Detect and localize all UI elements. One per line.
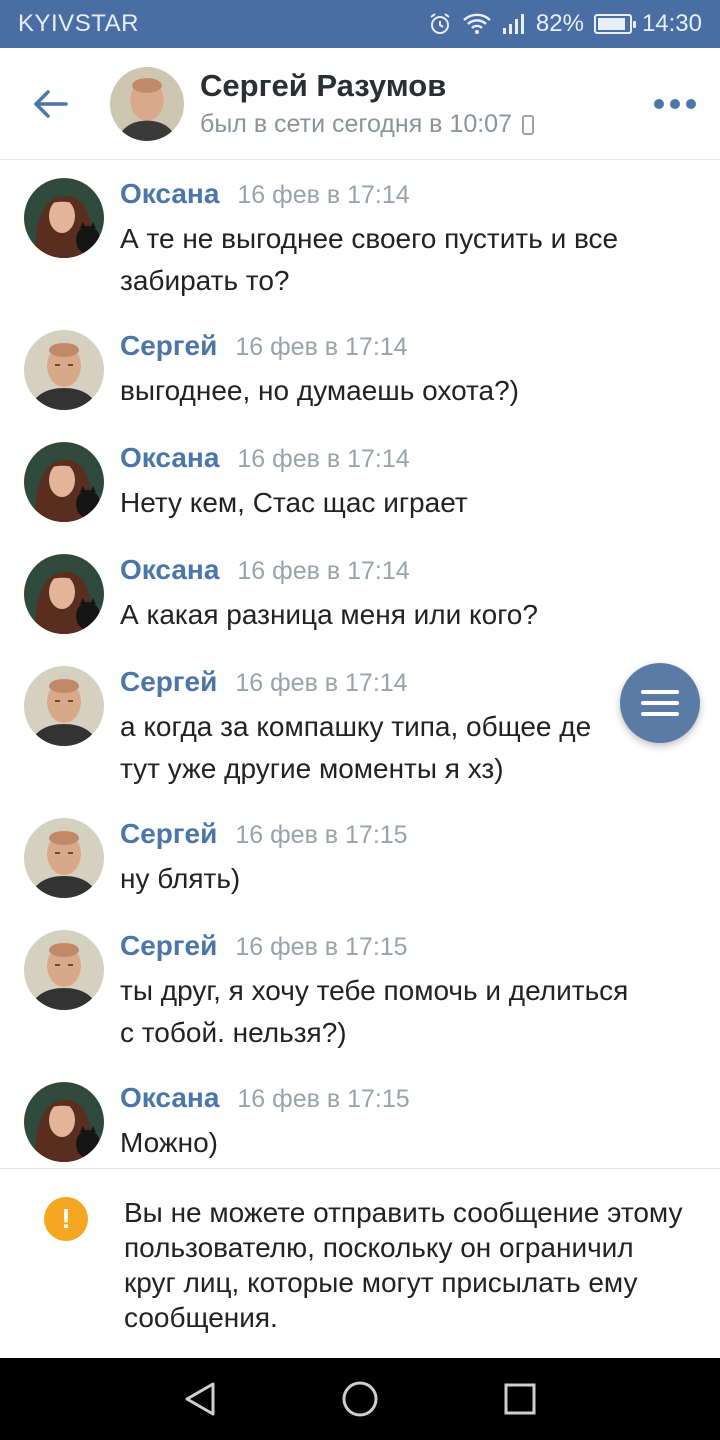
nav-home-button[interactable]: [330, 1369, 390, 1429]
message-line: ну блять): [120, 863, 241, 894]
wifi-icon: [462, 12, 492, 36]
message-line: А какая разница меня или кого?: [120, 599, 538, 630]
message-line: забирать то?: [120, 265, 290, 296]
message-line: выгоднее, но думаешь охота?): [120, 375, 519, 406]
message-line: ты друг, я хочу тебе помочь и делиться: [120, 975, 629, 1006]
message-line: А те не выгоднее своего пустить и все: [120, 223, 619, 254]
message-line: Нету кем, Стас щас играет: [120, 487, 468, 518]
message-header: Оксана 16 фев в 17:14: [120, 442, 690, 478]
message-author[interactable]: Сергей: [120, 666, 217, 698]
message-time: 16 фев в 17:14: [237, 445, 410, 473]
cannot-send-notice: ! Вы не можете отправить сообщение этому…: [0, 1168, 720, 1358]
message-text: выгоднее, но думаешь охота?): [120, 370, 690, 412]
message-list[interactable]: Оксана 16 фев в 17:14 А те не выгоднее сво…: [0, 160, 720, 1168]
message-author[interactable]: Оксана: [120, 442, 219, 474]
message-header: Сергей 16 фев в 17:15: [120, 930, 690, 966]
message-body: Оксана 16 фев в 17:14 А те не выгоднее сво…: [120, 178, 690, 302]
message-body: Оксана 16 фев в 17:14 А какая разница меня…: [120, 554, 690, 636]
recents-square-icon: [504, 1383, 536, 1415]
menu-fab-button[interactable]: [620, 663, 700, 743]
more-dot: [670, 98, 680, 109]
message-header: Сергей 16 фев в 17:14: [120, 330, 690, 366]
message-author[interactable]: Сергей: [120, 930, 217, 962]
more-dots-icon: [654, 98, 664, 109]
status-icons: 82% 14:30: [428, 10, 702, 38]
contact-status: был в сети сегодня в 10:07: [200, 110, 630, 139]
message-author[interactable]: Оксана: [120, 554, 219, 586]
contact-name: Сергей Разумов: [200, 68, 447, 103]
signal-icon: [502, 13, 526, 35]
message-time: 16 фев в 17:14: [235, 333, 408, 361]
message-body: Сергей 16 фев в 17:15 ты друг, я хочу тебе…: [120, 930, 690, 1054]
clock: 14:30: [641, 10, 702, 37]
message-body: Сергей 16 фев в 17:15 ну блять): [120, 818, 690, 900]
message-author[interactable]: Оксана: [120, 178, 219, 210]
battery-icon: [593, 14, 636, 34]
menu-icon-bar: [641, 701, 679, 705]
avatar[interactable]: [110, 66, 184, 141]
nav-back-button[interactable]: [170, 1369, 230, 1429]
message-line: а когда за компашку типа, общее де: [120, 711, 592, 742]
message-body: Оксана 16 фев в 17:15 Можно): [120, 1082, 690, 1164]
message-header: Оксана 16 фев в 17:14: [120, 178, 690, 214]
message-body: Оксана 16 фев в 17:14 Нету кем, Стас щас и…: [120, 442, 690, 524]
message-text: Нету кем, Стас щас играет: [120, 482, 690, 524]
header-text: Сергей Разумов был в сети сегодня в 10:0…: [200, 68, 630, 139]
message-time: 16 фев в 17:15: [237, 1085, 410, 1113]
message-line: Можно): [120, 1127, 218, 1158]
home-circle-icon: [342, 1381, 378, 1417]
message-text: а когда за компашку типа, общее де тут уж…: [120, 706, 690, 790]
message-header: Оксана 16 фев в 17:14: [120, 554, 690, 590]
battery-percent: 82%: [535, 10, 584, 37]
message-body: Сергей 16 фев в 17:14 выгоднее, но думаешь…: [120, 330, 690, 412]
message-text: А какая разница меня или кого?: [120, 594, 690, 636]
carrier-label: KYIVSTAR: [18, 10, 139, 37]
avatar[interactable]: [24, 818, 104, 898]
more-button[interactable]: [630, 48, 720, 160]
message-time: 16 фев в 17:15: [235, 933, 408, 961]
message-header: Сергей 16 фев в 17:15: [120, 818, 690, 854]
avatar[interactable]: [24, 1082, 104, 1162]
avatar[interactable]: [24, 666, 104, 746]
nav-recents-button[interactable]: [490, 1369, 550, 1429]
avatar[interactable]: [24, 330, 104, 410]
android-nav-bar: [0, 1358, 720, 1440]
message-time: 16 фев в 17:15: [235, 821, 408, 849]
status-bar: KYIVSTAR 82% 14:30: [0, 0, 720, 48]
back-triangle-icon: [185, 1382, 215, 1416]
message-time: 16 фев в 17:14: [235, 669, 408, 697]
message-text: ну блять): [120, 858, 690, 900]
message-time: 16 фев в 17:14: [237, 557, 410, 585]
last-seen: был в сети сегодня в 10:07: [200, 110, 512, 138]
message-body: Сергей 16 фев в 17:14 а когда за компашку …: [120, 666, 690, 790]
avatar[interactable]: [24, 930, 104, 1010]
back-button[interactable]: [0, 48, 100, 160]
message-line: тут уже другие моменты я хз): [120, 753, 504, 784]
menu-icon: [641, 690, 679, 694]
chat-header: Сергей Разумов был в сети сегодня в 10:0…: [0, 48, 720, 160]
message-author[interactable]: Сергей: [120, 330, 217, 362]
message-line: с тобой. нельзя?): [120, 1017, 347, 1048]
message-text: ты друг, я хочу тебе помочь и делиться с …: [120, 970, 690, 1054]
mobile-icon: [521, 114, 534, 135]
avatar[interactable]: [24, 554, 104, 634]
warning-icon: !: [44, 1197, 88, 1241]
alarm-icon: [428, 12, 452, 36]
message-header: Сергей 16 фев в 17:14: [120, 666, 690, 702]
message-author[interactable]: Сергей: [120, 818, 217, 850]
menu-icon-bar: [641, 712, 679, 716]
message-author[interactable]: Оксана: [120, 1082, 219, 1114]
avatar[interactable]: [24, 178, 104, 258]
notice-text: Вы не можете отправить сообщение этому п…: [124, 1197, 683, 1333]
message-header: Оксана 16 фев в 17:15: [120, 1082, 690, 1118]
more-dot: [686, 98, 696, 109]
message-time: 16 фев в 17:14: [237, 181, 410, 209]
avatar[interactable]: [24, 442, 104, 522]
message-text: А те не выгоднее своего пустить и все заб…: [120, 218, 690, 302]
arrow-left-icon: [34, 89, 68, 118]
message-text: Можно): [120, 1122, 690, 1164]
